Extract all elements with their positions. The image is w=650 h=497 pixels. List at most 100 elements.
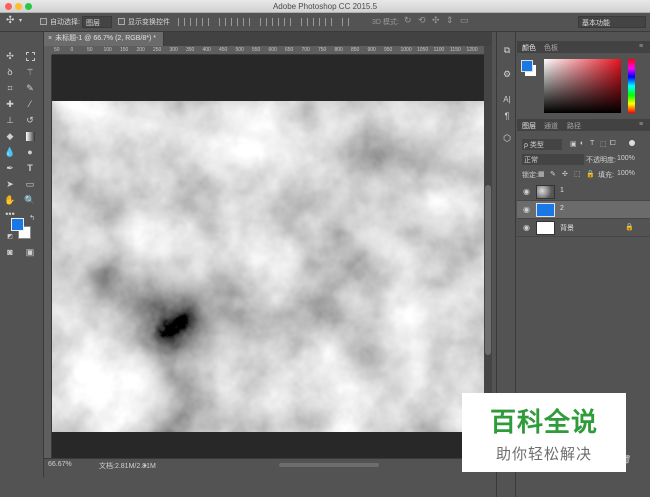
filter-pixel-icon[interactable]: ▣ (570, 140, 577, 148)
eye-icon[interactable]: ◉ (523, 205, 530, 214)
gradient-tool-icon[interactable] (26, 132, 35, 141)
3d-scale-icon[interactable]: ▭ (460, 15, 469, 26)
filter-smart-object-icon[interactable]: ⧠ (610, 140, 616, 148)
distribute-bottom-icon[interactable] (284, 18, 291, 26)
lock-position-icon[interactable]: ✣ (562, 170, 568, 178)
align-vcenter-icon[interactable] (190, 18, 197, 26)
auto-select-dropdown[interactable]: 图层 (82, 16, 112, 28)
tab-paths[interactable]: 路径 (567, 121, 581, 131)
3d-panel-icon[interactable]: ⬡ (501, 132, 513, 144)
lock-artboard-icon[interactable]: ⬚ (574, 170, 581, 178)
marquee-tool-icon[interactable] (26, 52, 35, 61)
filter-type-icon[interactable]: T (590, 140, 594, 147)
blend-mode-dropdown[interactable]: 正常 (522, 154, 584, 165)
blur-tool-icon[interactable]: 💧 (4, 146, 16, 158)
hue-slider[interactable] (628, 59, 635, 113)
status-menu-chevron-icon[interactable]: ▸ (144, 462, 147, 469)
rectangle-tool-icon[interactable]: ▭ (24, 178, 36, 190)
opacity-value[interactable]: 100% (617, 155, 635, 162)
distribute-vcenter-icon[interactable] (272, 18, 279, 26)
foreground-color-swatch-top[interactable] (11, 218, 24, 231)
history-panel-icon[interactable]: ⧉ (501, 44, 513, 56)
align-hcenter-icon[interactable] (231, 18, 238, 26)
pen-tool-icon[interactable]: ✒ (4, 162, 16, 174)
layer-name[interactable]: 1 (560, 187, 564, 194)
distribute-left-icon[interactable] (301, 18, 308, 26)
document-tab[interactable]: × 未标题-1 @ 66.7% (2, RGB/8*) * (44, 32, 164, 46)
show-transform-controls-checkbox[interactable] (118, 18, 125, 25)
crop-tool-icon[interactable]: ⌗ (4, 82, 16, 94)
vertical-ruler[interactable] (44, 55, 52, 458)
ruler-origin[interactable] (44, 46, 52, 55)
layer-row[interactable]: ◉ 1 (517, 183, 650, 201)
zoom-level[interactable]: 66.67% (48, 461, 72, 468)
healing-brush-tool-icon[interactable]: ✚ (4, 98, 16, 110)
close-tab-icon[interactable]: × (48, 35, 52, 42)
eyedropper-tool-icon[interactable]: ✎ (24, 82, 36, 94)
layer-row[interactable]: ◉ 背景 🔒 (517, 219, 650, 237)
auto-align-icon[interactable] (342, 18, 349, 26)
chevron-down-icon[interactable]: ▾ (19, 17, 22, 24)
canvas-area[interactable] (52, 55, 484, 458)
lock-image-icon[interactable]: ✎ (550, 170, 556, 178)
eye-icon[interactable]: ◉ (523, 187, 530, 196)
properties-panel-icon[interactable]: ⚙ (501, 68, 513, 80)
quick-mask-icon[interactable]: ◙ (4, 246, 16, 258)
3d-roll-icon[interactable]: ⟲ (418, 15, 426, 26)
3d-rotate-icon[interactable]: ↻ (404, 15, 412, 26)
lock-transparent-icon[interactable]: ▦ (538, 170, 545, 178)
type-tool-icon[interactable]: T (24, 162, 36, 174)
hand-tool-icon[interactable]: ✋ (4, 194, 16, 206)
move-tool-icon[interactable]: ✣ (4, 50, 16, 62)
path-selection-tool-icon[interactable]: ➤ (4, 178, 16, 190)
panel-menu-icon[interactable]: ≡ (639, 43, 643, 50)
distribute-top-icon[interactable] (260, 18, 267, 26)
distribute-hcenter-icon[interactable] (313, 18, 320, 26)
layer-filter-dropdown[interactable]: ρ 类型 (522, 139, 562, 150)
default-colors-icon[interactable]: ◩ (4, 231, 16, 243)
brush-tool-icon[interactable]: ⁄ (24, 98, 36, 110)
paragraph-panel-icon[interactable]: ¶ (501, 110, 513, 122)
panel-menu-icon[interactable]: ≡ (639, 121, 643, 128)
document-size-info[interactable]: 文档:2.81M/2.81M (99, 461, 156, 471)
zoom-tool-icon[interactable]: 🔍 (24, 194, 36, 206)
horizontal-ruler[interactable]: 50 0 50 100 150 200 250 300 350 400 450 500 550 600 65… (52, 46, 484, 55)
layer-row-selected[interactable]: ◉ 2 (517, 201, 650, 219)
lock-all-icon[interactable]: 🔒 (586, 170, 595, 178)
history-brush-tool-icon[interactable]: ↺ (24, 114, 36, 126)
3d-slide-icon[interactable]: ⇕ (446, 15, 454, 26)
move-tool-icon[interactable]: ✣ (6, 15, 14, 26)
vertical-scroll-thumb[interactable] (485, 185, 491, 355)
layer-name[interactable]: 2 (560, 205, 564, 212)
color-panel-foreground-swatch[interactable] (521, 60, 533, 72)
horizontal-scroll-thumb[interactable] (279, 463, 379, 467)
align-top-icon[interactable] (178, 18, 185, 26)
3d-pan-icon[interactable]: ✣ (432, 15, 440, 26)
auto-select-checkbox[interactable] (40, 18, 47, 25)
lasso-tool-icon[interactable]: ꝺ (4, 66, 16, 78)
magic-wand-tool-icon[interactable]: ⚚ (24, 66, 36, 78)
screen-mode-icon[interactable]: ▣ (24, 246, 36, 258)
tab-color[interactable]: 颜色 (522, 43, 536, 53)
fill-value[interactable]: 100% (617, 170, 635, 177)
filter-adjustment-icon[interactable]: ◐ (580, 140, 584, 147)
swap-colors-icon[interactable]: ↰ (26, 213, 38, 225)
dodge-tool-icon[interactable]: ● (24, 146, 36, 158)
align-left-icon[interactable] (219, 18, 226, 26)
tab-channels[interactable]: 通道 (544, 121, 558, 131)
color-picker-field[interactable] (544, 59, 621, 113)
document-canvas[interactable] (52, 101, 484, 432)
eye-icon[interactable]: ◉ (523, 223, 530, 232)
tab-layers[interactable]: 图层 (522, 121, 536, 131)
align-right-icon[interactable] (243, 18, 250, 26)
eraser-tool-icon[interactable]: ◆ (4, 130, 16, 142)
distribute-right-icon[interactable] (325, 18, 332, 26)
filter-shape-icon[interactable]: ⬚ (600, 140, 607, 148)
tab-swatches[interactable]: 色板 (544, 43, 558, 53)
character-panel-icon[interactable]: A| (501, 94, 513, 106)
layer-name[interactable]: 背景 (560, 223, 574, 233)
workspace-dropdown[interactable]: 基本功能 (578, 16, 646, 28)
clone-stamp-tool-icon[interactable]: ⊥ (4, 114, 16, 126)
filter-toggle[interactable] (629, 140, 635, 146)
align-bottom-icon[interactable] (202, 18, 209, 26)
